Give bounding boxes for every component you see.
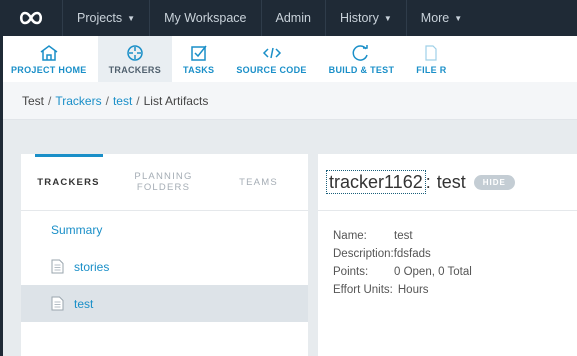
- detail-key: Name:: [333, 230, 367, 242]
- tool-trackers-label: TRACKERS: [108, 64, 162, 75]
- detail-value: Hours: [397, 284, 429, 296]
- detail-row-name: Name: test: [333, 227, 577, 245]
- tracker-details: Name: test Description: fdsfads Points: …: [318, 211, 577, 299]
- window-edge: [0, 36, 3, 356]
- code-icon: [262, 47, 281, 58]
- detail-row-points: Points: 0 Open, 0 Total: [333, 263, 577, 281]
- tracker-title: test: [436, 171, 466, 192]
- detail-key: Effort Units:: [333, 284, 393, 296]
- tool-source-code[interactable]: SOURCE CODE: [225, 36, 317, 82]
- tab-planning-folders[interactable]: PLANNING FOLDERS: [116, 154, 211, 210]
- detail-row-description: Description: fdsfads: [333, 245, 577, 263]
- list-item[interactable]: stories: [21, 248, 308, 285]
- tracker-nav-panel: TRACKERS PLANNING FOLDERS TEAMS Summary: [21, 154, 308, 356]
- crosshair-icon: [127, 44, 143, 61]
- nav-history-label: History: [339, 11, 379, 25]
- document-icon: [51, 296, 64, 311]
- nav-my-workspace[interactable]: My Workspace: [149, 0, 260, 36]
- tool-trackers[interactable]: TRACKERS: [97, 36, 173, 82]
- list-item-label: stories: [74, 259, 110, 274]
- breadcrumb-separator: /: [136, 93, 140, 108]
- tab-teams[interactable]: TEAMS: [211, 154, 306, 210]
- panel-tabs: TRACKERS PLANNING FOLDERS TEAMS: [21, 154, 308, 211]
- chevron-down-icon: ▼: [454, 13, 463, 23]
- breadcrumb-separator: /: [105, 93, 109, 108]
- tab-planning-line1: PLANNING: [134, 171, 193, 182]
- detail-value: 0 Open, 0 Total: [394, 266, 472, 278]
- top-nav-bar: Projects ▼ My Workspace Admin History ▼ …: [0, 0, 577, 36]
- chevron-down-icon: ▼: [383, 13, 392, 23]
- nav-admin[interactable]: Admin: [260, 0, 325, 36]
- title-colon: :: [425, 171, 431, 192]
- breadcrumb-project[interactable]: Test: [22, 94, 44, 108]
- breadcrumb-trackers[interactable]: Trackers: [55, 94, 101, 108]
- logo-icon[interactable]: [0, 0, 62, 36]
- tool-tasks[interactable]: TASKS: [172, 36, 225, 82]
- detail-header: tracker1162: test HIDE: [318, 154, 577, 211]
- tracker-id[interactable]: tracker1162: [326, 170, 426, 194]
- home-icon: [40, 44, 58, 61]
- breadcrumb-current: List Artifacts: [143, 93, 209, 108]
- hide-button[interactable]: HIDE: [473, 174, 515, 190]
- tab-teams-label: TEAMS: [239, 176, 278, 188]
- list-item-label: test: [74, 296, 94, 311]
- tool-build-test-label: BUILD & TEST: [328, 64, 395, 75]
- refresh-icon: [353, 44, 369, 61]
- nav-admin-label: Admin: [275, 11, 311, 25]
- nav-more-label: More: [420, 11, 450, 25]
- tool-project-home-label: PROJECT HOME: [11, 64, 87, 75]
- tab-planning-folders-label: PLANNING FOLDERS: [134, 171, 192, 193]
- detail-key: Description:: [333, 248, 394, 260]
- tracker-list-summary[interactable]: Summary: [21, 211, 308, 248]
- tool-tasks-label: TASKS: [183, 64, 215, 75]
- summary-label: Summary: [51, 222, 103, 237]
- tool-file-releases-label: FILE R: [416, 64, 447, 75]
- breadcrumb-tracker[interactable]: test: [113, 94, 132, 108]
- checkbox-icon: [190, 45, 207, 61]
- nav-my-workspace-label: My Workspace: [164, 11, 247, 25]
- content-area: TRACKERS PLANNING FOLDERS TEAMS Summary: [0, 120, 577, 356]
- tracker-list: Summary stories test: [21, 211, 308, 322]
- tool-source-code-label: SOURCE CODE: [236, 64, 307, 75]
- tab-trackers-label: TRACKERS: [37, 176, 100, 188]
- tool-project-home[interactable]: PROJECT HOME: [0, 36, 98, 82]
- nav-more[interactable]: More ▼: [405, 0, 476, 36]
- nav-projects-label: Projects: [77, 11, 123, 25]
- detail-key: Points:: [333, 266, 369, 278]
- breadcrumb: Test / Trackers / test / List Artifacts: [0, 82, 577, 120]
- list-item-selected[interactable]: test: [21, 285, 308, 322]
- document-icon: [51, 259, 64, 274]
- detail-value: test: [394, 230, 413, 242]
- chevron-down-icon: ▼: [127, 13, 136, 23]
- file-icon: [425, 44, 438, 61]
- project-toolbar: PROJECT HOME TRACKERS TASKS SOURCE CODE …: [0, 36, 577, 83]
- nav-projects[interactable]: Projects ▼: [62, 0, 149, 36]
- breadcrumb-separator: /: [48, 93, 52, 108]
- detail-row-effort-units: Effort Units: Hours: [333, 281, 577, 299]
- tab-trackers[interactable]: TRACKERS: [21, 154, 116, 210]
- tracker-detail-panel: tracker1162: test HIDE Name: test Descri…: [318, 154, 577, 356]
- tool-build-test[interactable]: BUILD & TEST: [318, 36, 406, 82]
- tab-planning-line2: FOLDERS: [136, 182, 191, 193]
- tool-file-releases[interactable]: FILE R: [405, 36, 457, 82]
- detail-value: fdsfads: [393, 248, 431, 260]
- nav-history[interactable]: History ▼: [324, 0, 406, 36]
